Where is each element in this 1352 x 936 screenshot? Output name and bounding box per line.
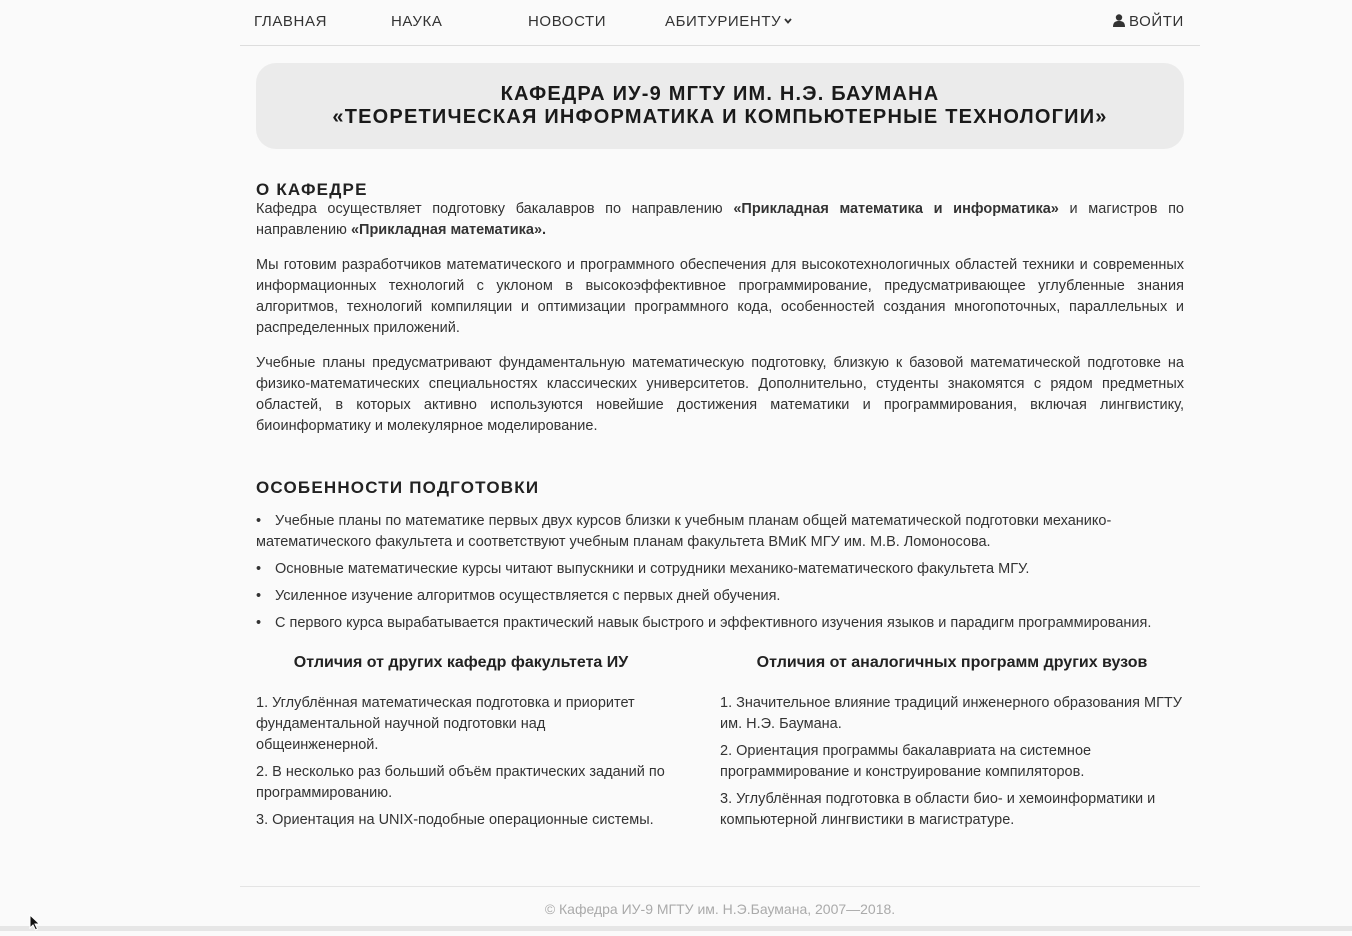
list-item: • С первого курса вырабатывается практиче… [256, 615, 1152, 631]
department-banner: КАФЕДРА ИУ-9 МГТУ ИМ. Н.Э. БАУМАНА «ТЕОР… [256, 63, 1184, 149]
list-item: 2. Ориентация программы бакалавриата на … [720, 743, 1092, 780]
list-item: • Учебные планы по математике первых двух… [256, 513, 1112, 550]
list-item-text: С первого курса вырабатывается практичес… [275, 615, 1152, 631]
nav-home-link[interactable]: ГЛАВНАЯ [254, 13, 327, 31]
mouse-cursor-icon [29, 913, 41, 931]
banner-title-line1: КАФЕДРА ИУ-9 МГТУ ИМ. Н.Э. БАУМАНА [500, 83, 940, 105]
about-p1-direction-bachelor: «Прикладная математика и информатика» [733, 201, 1059, 217]
about-title: О КАФЕДРЕ [256, 180, 368, 199]
list-item: 3. Углублённая подготовка в области био-… [720, 791, 1156, 828]
diff-universities-title: Отличия от аналогичных программ других в… [756, 654, 1148, 671]
about-paragraph-3: Учебные планы предусматривают фундамента… [256, 355, 1184, 434]
footer-copyright: © Кафедра ИУ-9 МГТУ им. Н.Э.Баумана, 200… [544, 901, 896, 917]
about-paragraph-1: Кафедра осуществляет подготовку бакалавр… [256, 199, 1184, 241]
main-content: О КАФЕДРЕ Кафедра осуществляет подготовк… [256, 180, 1184, 640]
list-item: 1. Значительное влияние традиций инженер… [720, 695, 1182, 732]
nav-science-link[interactable]: НАУКА [391, 13, 442, 31]
diff-faculty-title: Отличия от других кафедр факультета ИУ [293, 654, 629, 671]
user-icon [1113, 14, 1125, 27]
chevron-down-icon [784, 13, 792, 31]
list-item: • Основные математические курсы читают вы… [256, 561, 1030, 577]
about-p1-text-a: Кафедра осуществляет подготовку бакалавр… [256, 201, 734, 217]
top-navbar: ГЛАВНАЯ НАУКА НОВОСТИ АБИТУРИЕНТУ ВОЙТИ [240, 0, 1200, 46]
nav-applicant-dropdown[interactable]: АБИТУРИЕНТУ [665, 13, 792, 33]
list-item-text: Усиленное изучение алгоритмов осуществля… [275, 588, 781, 604]
nav-applicant-label: АБИТУРИЕНТУ [665, 13, 782, 30]
banner-title: КАФЕДРА ИУ-9 МГТУ ИМ. Н.Э. БАУМАНА «ТЕОР… [332, 83, 1107, 129]
list-item: 1. Углублённая математическая подготовка… [256, 695, 635, 753]
banner-title-line2: «ТЕОРЕТИЧЕСКАЯ ИНФОРМАТИКА И КОМПЬЮТЕРНЫ… [332, 106, 1108, 128]
list-item-text: Учебные планы по математике первых двух … [256, 513, 1112, 550]
about-paragraph-2: Мы готовим разработчиков математического… [256, 257, 1184, 336]
list-item: 3. Ориентация на UNIX-подобные операцион… [256, 812, 654, 828]
login-label: ВОЙТИ [1129, 13, 1184, 30]
diff-universities-column: Отличия от аналогичных программ других в… [720, 653, 1184, 837]
nav-news-link[interactable]: НОВОСТИ [528, 13, 606, 31]
features-list: • Учебные планы по математике первых двух… [256, 511, 1184, 634]
list-item: 2. В несколько раз больший объём практич… [256, 764, 665, 801]
about-p1-direction-master: «Прикладная математика». [350, 222, 547, 238]
features-title: ОСОБЕННОСТИ ПОДГОТОВКИ [256, 478, 540, 497]
diff-faculty-column: Отличия от других кафедр факультета ИУ 1… [256, 653, 666, 837]
login-button[interactable]: ВОЙТИ [1113, 13, 1184, 31]
horizontal-scrollbar[interactable] [0, 926, 1352, 931]
list-item: • Усиленное изучение алгоритмов осуществл… [256, 588, 781, 604]
list-item-text: Основные математические курсы читают вып… [275, 561, 1030, 577]
